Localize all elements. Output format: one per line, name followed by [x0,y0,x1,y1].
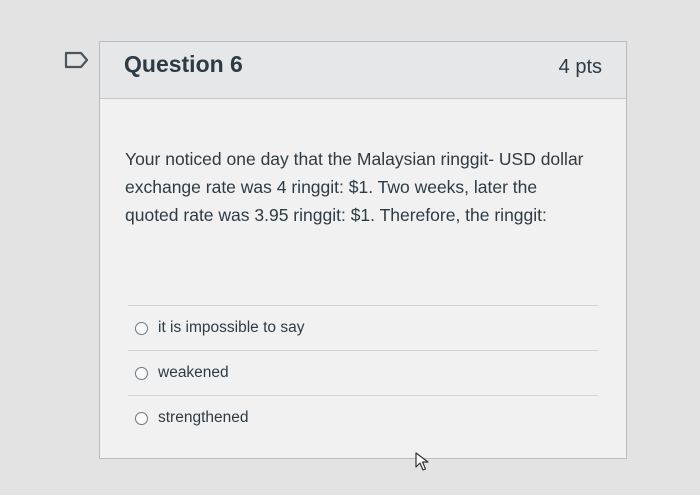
radio-button-icon[interactable] [135,411,148,425]
answer-label: it is impossible to say [158,319,305,336]
answer-option[interactable]: it is impossible to say [128,305,598,350]
answer-label: strengthened [158,409,249,426]
mouse-cursor-icon [415,452,429,471]
answer-list: it is impossible to say weakened strengt… [128,305,598,440]
radio-button-icon[interactable] [135,321,148,335]
question-points: 4 pts [558,56,602,78]
question-header: Question 6 4 pts [100,42,626,99]
answer-option[interactable]: weakened [128,350,598,395]
question-text: Your noticed one day that the Malaysian … [125,149,584,225]
radio-button-icon[interactable] [135,366,148,380]
question-card: Question 6 4 pts Your noticed one day th… [99,41,627,459]
answer-label: weakened [158,364,229,381]
question-title: Question 6 [124,51,243,77]
answer-option[interactable]: strengthened [128,395,598,440]
flag-question-icon[interactable] [64,51,90,69]
